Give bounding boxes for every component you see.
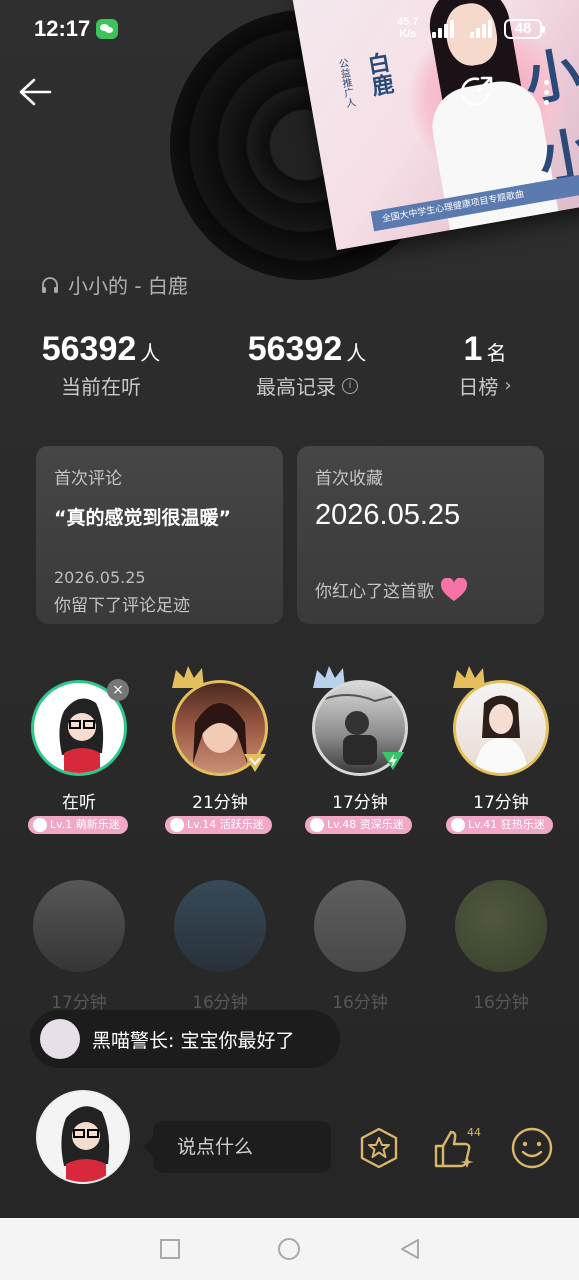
- battery-icon: 48: [504, 19, 545, 39]
- avatar: [33, 880, 125, 972]
- listener-time: 17分钟: [332, 793, 388, 813]
- stat-current-listeners: 56392 人 当前在听: [36, 330, 166, 400]
- recent-apps-button[interactable]: [158, 1237, 182, 1261]
- status-bar: 12:17 45.7 K/s 48: [0, 0, 579, 60]
- stat-value: 56392: [247, 330, 343, 368]
- level-badge: Lv.1 萌新乐迷: [28, 816, 128, 834]
- first-comment-card[interactable]: 首次评论 “真的感觉到很温暖” 2026.05.25 你留下了评论足迹: [36, 446, 283, 624]
- signal-icon-2: [470, 20, 496, 38]
- share-icon: [460, 76, 493, 106]
- heart-icon: [440, 577, 468, 601]
- level-badge: Lv.48 资深乐迷: [305, 816, 412, 834]
- star-icon: [170, 818, 184, 832]
- star-icon: [33, 818, 47, 832]
- stat-value: 1: [463, 330, 483, 368]
- app-screen: 12:17 45.7 K/s 48 公益推广人 白鹿 小小的 全国大中学生心理健…: [0, 0, 579, 1218]
- avatar: [314, 880, 406, 972]
- commenter-name: 黑喵警长:: [92, 1029, 175, 1052]
- level-badge: Lv.41 狂热乐迷: [446, 816, 553, 834]
- back-nav-button[interactable]: [398, 1237, 422, 1261]
- more-options-button[interactable]: [534, 72, 558, 112]
- card-footer: 你红心了这首歌: [315, 582, 434, 602]
- cover-artist-label: 公益推广人: [335, 57, 356, 109]
- avatar: [455, 880, 547, 972]
- song-info[interactable]: 小小的 - 白鹿: [40, 270, 188, 299]
- stat-label: 当前在听: [61, 375, 141, 399]
- home-button[interactable]: [277, 1237, 301, 1261]
- level-badge: Lv.14 活跃乐迷: [165, 816, 272, 834]
- stat-highest-record[interactable]: 56392 人 最高记录 i: [242, 330, 372, 400]
- share-button[interactable]: [458, 72, 498, 112]
- network-speed: 45.7 K/s: [397, 16, 418, 40]
- listener-time: 21分钟: [192, 793, 248, 813]
- status-time: 12:17: [34, 16, 91, 41]
- back-arrow-icon: [19, 78, 52, 106]
- network-speed-unit: K/s: [399, 28, 417, 40]
- chevron-right-icon: ›: [504, 375, 512, 396]
- circle-icon: [278, 1238, 300, 1260]
- live-comment-text: 黑喵警长: 宝宝你最好了: [92, 1026, 294, 1053]
- avatar: [174, 880, 266, 972]
- star-badge-icon: [360, 1127, 398, 1169]
- square-icon: [160, 1239, 180, 1259]
- star-icon: [310, 818, 324, 832]
- like-count: 44: [467, 1126, 481, 1139]
- first-favorite-card[interactable]: 首次收藏 2026.05.25 你红心了这首歌: [297, 446, 544, 624]
- card-date: 2026.05.25: [54, 568, 146, 587]
- verified-badge-icon: [242, 752, 268, 774]
- wechat-notification-icon: [96, 19, 118, 39]
- signal-icon: [432, 20, 458, 38]
- headphone-icon: [42, 276, 58, 293]
- card-date: 2026.05.25: [315, 499, 461, 531]
- stat-unit: 名: [486, 341, 507, 365]
- stat-label: 日榜: [458, 375, 499, 399]
- card-footer: 你留下了评论足迹: [54, 596, 190, 616]
- avatar: [453, 680, 549, 776]
- stat-label: 最高记录: [256, 375, 336, 399]
- remove-badge-icon[interactable]: ×: [107, 679, 129, 701]
- my-avatar[interactable]: [36, 1090, 130, 1184]
- listener-time: 16分钟: [473, 993, 529, 1013]
- system-nav-bar: [0, 1218, 579, 1280]
- listener-time: 在听: [62, 793, 96, 813]
- smiley-icon: [511, 1127, 553, 1169]
- network-speed-value: 45.7: [397, 16, 419, 28]
- card-title: 首次评论: [54, 469, 122, 489]
- stat-daily-rank[interactable]: 1名 日榜 ›: [440, 330, 530, 400]
- listener-time: 17分钟: [473, 793, 529, 813]
- comment-input[interactable]: 说点什么: [143, 1121, 331, 1173]
- live-comment-bubble: 黑喵警长: 宝宝你最好了: [30, 1010, 340, 1068]
- card-title: 首次收藏: [315, 469, 383, 489]
- star-badge-button[interactable]: [357, 1126, 401, 1170]
- stat-unit: 人: [346, 341, 367, 365]
- stat-value: 56392: [41, 330, 137, 368]
- comment-message: 宝宝你最好了: [180, 1029, 295, 1052]
- star-icon: [451, 818, 465, 832]
- song-title-artist: 小小的 - 白鹿: [68, 274, 188, 298]
- commenter-avatar: [40, 1019, 80, 1059]
- card-quote: “真的感觉到很温暖”: [54, 507, 231, 529]
- back-button[interactable]: [16, 72, 56, 112]
- emoji-button[interactable]: [510, 1126, 554, 1170]
- info-icon[interactable]: i: [342, 377, 358, 394]
- stat-unit: 人: [140, 341, 161, 365]
- triangle-back-icon: [401, 1239, 419, 1259]
- lightning-badge-icon: [380, 750, 406, 772]
